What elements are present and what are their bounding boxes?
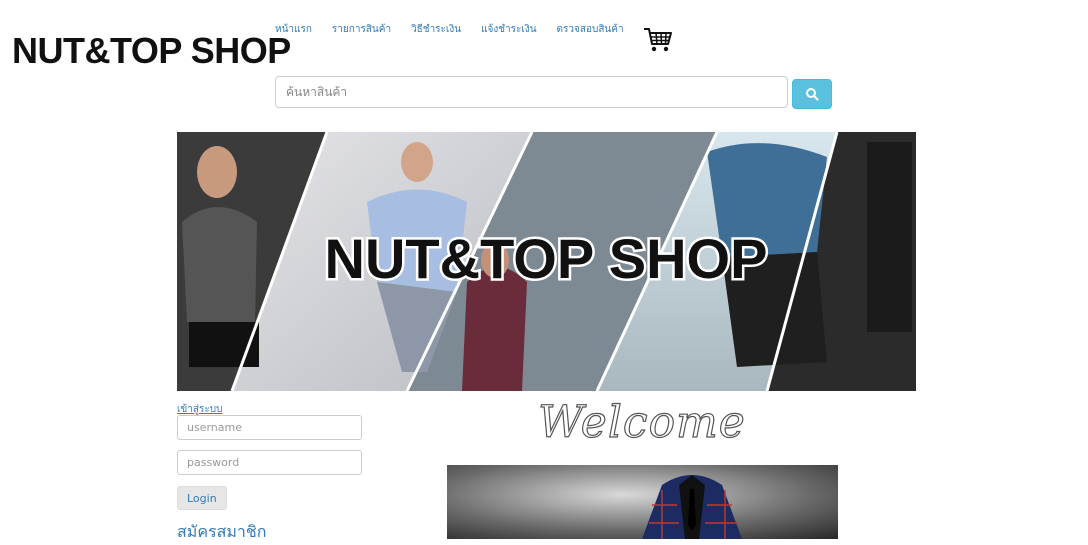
login-button[interactable]: Login: [177, 486, 227, 510]
promo-image: [447, 465, 838, 539]
nav-payment-notify[interactable]: แจ้งชำระเงิน: [481, 22, 536, 37]
banner-title: NUT&TOP SHOP: [325, 227, 768, 290]
search-icon: [806, 88, 819, 101]
cart-icon[interactable]: [643, 26, 673, 54]
register-link[interactable]: สมัครสมาชิก: [177, 520, 266, 545]
password-field[interactable]: [177, 450, 362, 475]
username-field[interactable]: [177, 415, 362, 440]
nav-check-order[interactable]: ตรวจสอบสินค้า: [557, 22, 624, 37]
hero-banner: NUT&TOP SHOP: [177, 132, 916, 391]
top-nav: หน้าแรก รายการสินค้า วิธีชำระเงิน แจ้งชำ…: [275, 22, 644, 37]
nav-products[interactable]: รายการสินค้า: [332, 22, 391, 37]
welcome-heading: Welcome: [538, 396, 746, 448]
nav-home[interactable]: หน้าแรก: [275, 22, 312, 37]
search-button[interactable]: [792, 79, 832, 109]
nav-payment-method[interactable]: วิธีชำระเงิน: [411, 22, 461, 37]
search-input[interactable]: [275, 76, 788, 108]
shop-logo[interactable]: NUT&TOP SHOP: [12, 30, 291, 72]
